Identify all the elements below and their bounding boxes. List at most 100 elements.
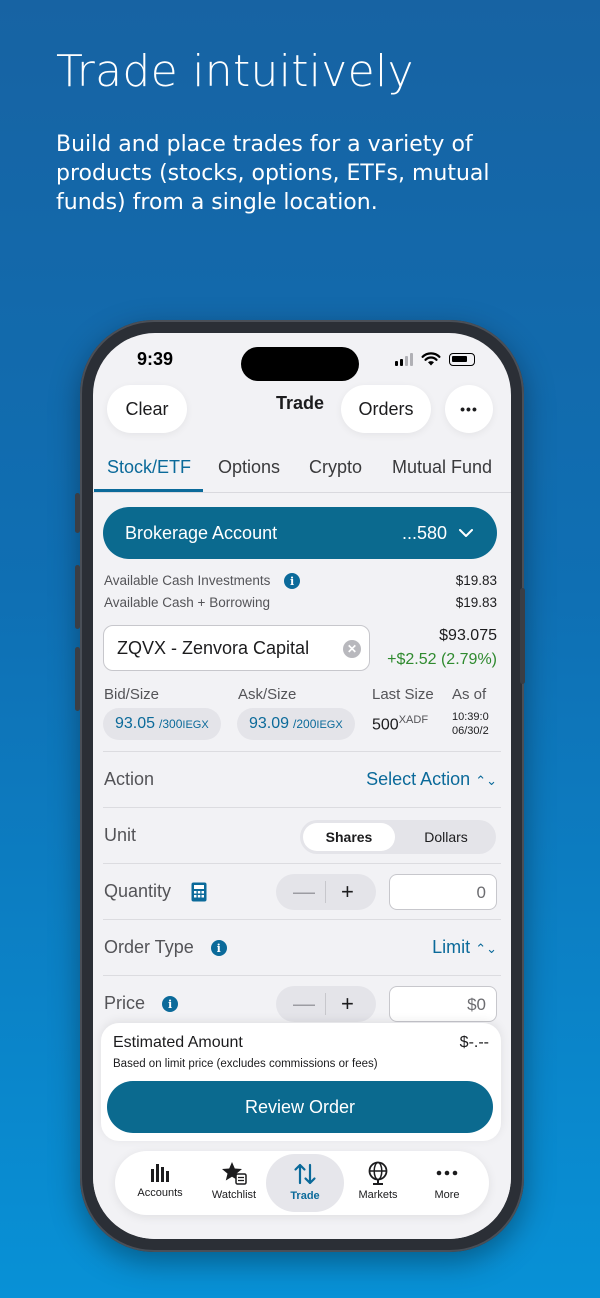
account-selector[interactable]: Brokerage Account ...580	[103, 507, 497, 559]
bid-label: Bid/Size	[104, 686, 160, 703]
chevron-down-icon	[459, 528, 473, 537]
phone-action-button	[75, 493, 80, 533]
cash-investments-value: $19.83	[455, 573, 497, 588]
tab-mutual-fund[interactable]: Mutual Fund	[392, 457, 492, 478]
tab-watchlist-label: Watchlist	[211, 1189, 257, 1201]
last-size-label: Last Size	[372, 686, 434, 703]
clear-button[interactable]: Clear	[107, 385, 187, 433]
symbol-value: ZQVX - Zenvora Capital	[117, 637, 310, 658]
decrement-button[interactable]: —	[293, 879, 315, 905]
clear-input-icon[interactable]: ✕	[343, 640, 361, 658]
calculator-icon[interactable]	[191, 882, 207, 902]
action-row: Action Select Action ⌃⌄	[103, 751, 501, 807]
cash-borrowing-row: Available Cash + Borrowing $19.83	[104, 595, 497, 610]
page-title: Trade	[276, 393, 325, 413]
unit-dollars-option[interactable]: Dollars	[400, 823, 492, 851]
cash-investments-row: Available Cash Investments i $19.83	[104, 573, 497, 590]
tab-markets-label: Markets	[358, 1189, 398, 1201]
bid-exchange: IEGX	[182, 719, 209, 731]
cash-investments-label: Available Cash Investments	[104, 573, 271, 588]
tab-accounts[interactable]: Accounts	[123, 1151, 197, 1215]
bid-price: 93.05	[115, 715, 156, 732]
info-icon[interactable]: i	[210, 940, 227, 957]
info-icon[interactable]: i	[162, 996, 179, 1013]
unit-label: Unit	[104, 825, 137, 845]
top-bar: Clear Trade Orders •••	[93, 381, 511, 437]
bottom-tab-bar: Accounts Watchlist Trade Markets More	[115, 1151, 489, 1215]
unit-row: Unit Shares Dollars	[103, 807, 501, 863]
asof-date: 06/30/2	[452, 725, 489, 737]
unit-shares-option[interactable]: Shares	[303, 823, 395, 851]
active-tab-indicator	[94, 489, 203, 492]
quantity-label: Quantity	[104, 881, 172, 901]
estimated-amount-value: $-.--	[459, 1034, 489, 1051]
price-input[interactable]: $0	[389, 986, 497, 1022]
battery-icon	[449, 352, 475, 366]
last-size-exchange: XADF	[398, 714, 429, 726]
tab-trade[interactable]: Trade	[266, 1154, 344, 1212]
asof-label: As of	[452, 686, 487, 703]
account-number: ...580	[401, 522, 447, 543]
tab-markets[interactable]: Markets	[341, 1151, 415, 1215]
bid-chip[interactable]: 93.05 /300 IEGX	[103, 708, 221, 740]
orders-button[interactable]: Orders	[341, 385, 431, 433]
ask-price: 93.09	[249, 715, 290, 732]
estimated-amount-label: Estimated Amount	[113, 1034, 243, 1051]
bid-size: /300	[159, 717, 183, 731]
markets-globe-icon	[368, 1161, 388, 1185]
symbol-search-input[interactable]: ZQVX - Zenvora Capital ✕	[103, 625, 370, 671]
tab-stock-etf[interactable]: Stock/ETF	[107, 457, 191, 478]
tab-watchlist[interactable]: Watchlist	[197, 1151, 271, 1215]
wifi-icon	[421, 352, 441, 366]
action-value: Select Action	[366, 769, 471, 789]
quantity-input[interactable]: 0	[389, 874, 497, 910]
phone-screen: 9:39 Clear Trade Orders ••• Stock/ETF Op…	[93, 333, 511, 1239]
tab-more[interactable]: More	[410, 1151, 484, 1215]
promo-title: Trade intuitively	[56, 46, 414, 97]
ask-size: /200	[293, 717, 317, 731]
quantity-row: Quantity — + 0	[103, 863, 501, 919]
ask-chip[interactable]: 93.09 /200 IEGX	[237, 708, 355, 740]
chevron-updown-icon: ⌃⌄	[475, 941, 497, 956]
decrement-button[interactable]: —	[293, 991, 315, 1017]
accounts-bars-icon	[151, 1164, 169, 1182]
dynamic-island	[241, 347, 359, 381]
unit-segmented-control: Shares Dollars	[300, 820, 496, 854]
chevron-updown-icon: ⌃⌄	[475, 773, 497, 788]
asof-time: 10:39:0	[452, 711, 489, 723]
price-change: +$2.52 (2.79%)	[387, 651, 497, 668]
increment-button[interactable]: +	[341, 879, 354, 905]
status-icons	[395, 352, 475, 366]
account-label: Brokerage Account	[125, 522, 278, 543]
tab-accounts-label: Accounts	[137, 1187, 183, 1199]
info-icon[interactable]: i	[284, 573, 301, 590]
order-type-row: Order Type i Limit ⌃⌄	[103, 919, 501, 975]
phone-volume-up-button	[75, 565, 80, 629]
review-order-button[interactable]: Review Order	[107, 1081, 493, 1133]
order-type-label: Order Type i	[104, 937, 227, 958]
increment-button[interactable]: +	[341, 991, 354, 1017]
tab-crypto[interactable]: Crypto	[309, 457, 362, 478]
quantity-stepper: — +	[276, 874, 376, 910]
phone-power-button	[520, 588, 525, 684]
estimate-note: Based on limit price (excludes commissio…	[113, 1058, 378, 1070]
select-action-dropdown[interactable]: Select Action ⌃⌄	[366, 769, 497, 790]
estimate-sheet: Estimated Amount $-.-- Based on limit pr…	[101, 1023, 501, 1141]
product-tabs: Stock/ETF Options Crypto Mutual Fund	[93, 449, 511, 493]
tab-more-label: More	[434, 1189, 460, 1201]
cash-borrowing-label: Available Cash + Borrowing	[104, 595, 270, 610]
tab-options[interactable]: Options	[218, 457, 280, 478]
more-dots-icon	[436, 1170, 458, 1176]
last-size: 500XADF	[372, 714, 428, 734]
price-stepper: — +	[276, 986, 376, 1022]
more-options-button[interactable]: •••	[445, 385, 493, 433]
more-dots-icon: •••	[460, 401, 478, 417]
trade-arrows-icon	[294, 1163, 316, 1185]
asof-timestamp: 10:39:0 06/30/2	[452, 710, 498, 738]
order-type-value: Limit	[432, 937, 471, 957]
tab-trade-label: Trade	[290, 1190, 320, 1202]
cash-borrowing-value: $19.83	[455, 595, 497, 610]
order-type-dropdown[interactable]: Limit ⌃⌄	[432, 937, 497, 958]
ask-label: Ask/Size	[238, 686, 297, 703]
watchlist-star-icon	[222, 1162, 247, 1185]
